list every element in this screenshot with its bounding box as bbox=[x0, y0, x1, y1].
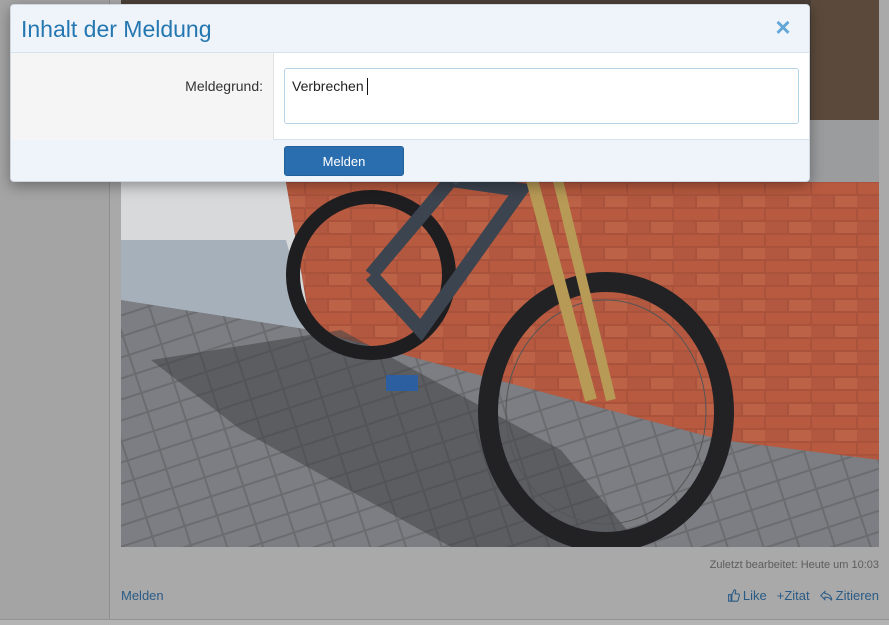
dialog-title: Inhalt der Meldung bbox=[21, 16, 212, 42]
post-footer: Melden Like +Zitat Zitieren bbox=[121, 588, 879, 606]
reason-row: Meldegrund: Verbrechen bbox=[11, 53, 809, 140]
dialog-header: Inhalt der Meldung × bbox=[11, 5, 809, 53]
post-divider bbox=[0, 619, 889, 625]
close-icon[interactable]: × bbox=[773, 14, 793, 40]
text-caret bbox=[367, 78, 368, 95]
report-dialog: Inhalt der Meldung × Meldegrund: Verbrec… bbox=[10, 4, 810, 182]
reason-input[interactable]: Verbrechen bbox=[284, 68, 799, 124]
label-column: Meldegrund: bbox=[11, 53, 274, 140]
quote-add-button[interactable]: +Zitat bbox=[777, 588, 810, 603]
reply-quote-button[interactable]: Zitieren bbox=[819, 588, 879, 603]
dialog-footer: Melden bbox=[11, 140, 809, 181]
report-link[interactable]: Melden bbox=[121, 588, 164, 603]
reason-label: Meldegrund: bbox=[185, 78, 263, 94]
submit-report-button[interactable]: Melden bbox=[284, 146, 404, 176]
like-button[interactable]: Like bbox=[727, 588, 767, 603]
reply-quote-label: Zitieren bbox=[835, 588, 879, 603]
edit-note: Zuletzt bearbeitet: Heute um 10:03 bbox=[709, 559, 879, 571]
post-actions: Like +Zitat Zitieren bbox=[727, 588, 879, 603]
thumbs-up-icon bbox=[728, 589, 740, 602]
quote-add-label: +Zitat bbox=[776, 588, 810, 603]
reply-icon bbox=[819, 590, 832, 601]
like-label: Like bbox=[742, 588, 767, 603]
